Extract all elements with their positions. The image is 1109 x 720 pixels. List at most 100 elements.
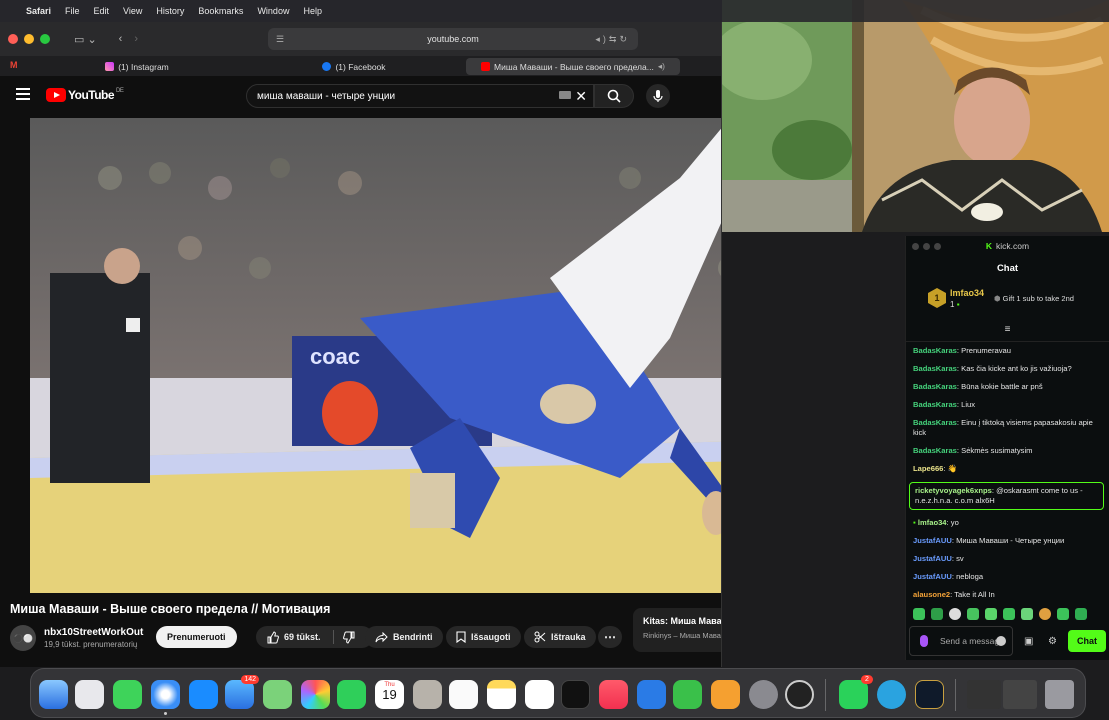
apple-tv-icon[interactable] <box>561 680 590 709</box>
clip-button[interactable]: Ištrauka <box>524 626 596 648</box>
video-player[interactable]: coac 1 <box>30 118 721 593</box>
menu-icon[interactable] <box>16 88 30 103</box>
chat-username[interactable]: JustafAUU <box>913 536 952 545</box>
notes-icon[interactable] <box>487 680 516 709</box>
menu-edit[interactable]: Edit <box>94 6 110 16</box>
back-icon[interactable]: ‹ <box>119 33 123 45</box>
chat-username[interactable]: BadasKaras <box>913 346 957 355</box>
chat-username[interactable]: BadasKaras <box>913 400 957 409</box>
emote-icon[interactable] <box>985 608 997 620</box>
channel-name[interactable]: nbx10StreetWorkOut <box>44 627 143 638</box>
channel-avatar[interactable]: ⚫⚪ <box>10 625 36 651</box>
audio-translate-reload-icons[interactable]: ◂)⇆↻ <box>595 34 630 45</box>
mail-icon[interactable]: 142 <box>225 675 259 709</box>
chat-message-input[interactable]: Send a message <box>909 626 1013 656</box>
menu-history[interactable]: History <box>156 6 184 16</box>
gift-store-icon[interactable]: ▣ <box>1024 636 1033 647</box>
emote-icon[interactable] <box>967 608 979 620</box>
emote-icon[interactable] <box>1075 608 1087 620</box>
pages-icon[interactable] <box>711 680 740 709</box>
youtube-logo[interactable]: YouTube DE <box>46 88 124 102</box>
chat-username[interactable]: BadasKaras <box>913 382 957 391</box>
safari-icon[interactable] <box>151 680 180 709</box>
emote-icon[interactable] <box>931 608 943 620</box>
maps-icon[interactable] <box>263 680 292 709</box>
clear-search-icon[interactable]: ✕ <box>575 88 587 105</box>
pinned-toggle-icon[interactable]: ≡ <box>906 324 1109 342</box>
facetime-icon[interactable] <box>337 680 366 709</box>
music-icon[interactable] <box>599 680 628 709</box>
playlist-next-panel[interactable]: Kitas: Миша Маваши - Мои правила (Offici… <box>633 608 721 652</box>
search-button[interactable] <box>594 84 634 108</box>
like-button[interactable]: 69 tūkst. <box>256 626 373 648</box>
emote-icon[interactable] <box>949 608 961 620</box>
dislike-button[interactable] <box>332 630 361 644</box>
share-button[interactable]: Bendrinti <box>365 626 443 648</box>
league-of-legends-icon[interactable] <box>915 680 944 709</box>
trash-icon[interactable] <box>1045 680 1074 709</box>
tab-instagram[interactable]: (1) Instagram <box>30 58 244 75</box>
forward-icon[interactable]: › <box>134 33 138 45</box>
gifter-name[interactable]: lmfao34 <box>950 288 984 298</box>
next-video-title[interactable]: Kitas: Миша Маваши - Мои правила (Offici… <box>643 616 721 626</box>
photos-icon[interactable] <box>301 680 330 709</box>
emote-icon[interactable] <box>1021 608 1033 620</box>
emote-icon[interactable] <box>1057 608 1069 620</box>
menu-window[interactable]: Window <box>257 6 289 16</box>
numbers-icon[interactable] <box>673 680 702 709</box>
page-menu-icon[interactable]: ☰ <box>276 34 284 45</box>
chat-username[interactable]: JustafAUU <box>913 572 952 581</box>
keyboard-icon[interactable] <box>559 91 571 99</box>
minimize-window-button[interactable] <box>24 34 34 44</box>
recent-window-thumbnail[interactable] <box>1003 680 1037 709</box>
gmail-pinned-tab-icon[interactable]: M <box>10 60 18 70</box>
contacts-icon[interactable] <box>413 680 442 709</box>
voice-search-button[interactable] <box>646 84 670 108</box>
window-controls[interactable] <box>912 242 945 252</box>
settings-gear-icon[interactable]: ⚙ <box>1048 636 1057 647</box>
chat-username[interactable]: lmfao34 <box>918 518 947 527</box>
microphone-icon[interactable] <box>920 635 928 647</box>
search-input[interactable]: миша маваши - четыре унции ✕ <box>246 84 594 108</box>
chat-username[interactable]: JustafAUU <box>913 554 952 563</box>
menu-help[interactable]: Help <box>303 6 322 16</box>
tab-youtube[interactable]: Миша Маваши - Выше своего предела... ◂) <box>466 58 680 75</box>
channel-info[interactable]: ⚫⚪ nbx10StreetWorkOut 19,9 tūkst. prenum… <box>10 625 143 651</box>
more-actions-icon[interactable]: ⋯ <box>598 626 622 648</box>
menu-view[interactable]: View <box>123 6 142 16</box>
menu-app-name[interactable]: Safari <box>26 6 51 16</box>
emoji-icon[interactable] <box>996 636 1006 646</box>
chat-username[interactable]: BadasKaras <box>913 446 957 455</box>
save-button[interactable]: Išsaugoti <box>446 626 521 648</box>
system-settings-icon[interactable] <box>749 680 778 709</box>
recent-window-thumbnail[interactable] <box>967 680 1001 709</box>
emote-icon[interactable] <box>1039 608 1051 620</box>
subscribe-button[interactable]: Prenumeruoti <box>156 626 237 648</box>
launchpad-icon[interactable] <box>75 680 104 709</box>
whatsapp-icon[interactable]: 2 <box>839 675 873 709</box>
sidebar-toggle-icon[interactable]: ▭ ⌄ <box>74 33 97 46</box>
close-window-button[interactable] <box>8 34 18 44</box>
messages-icon[interactable] <box>113 680 142 709</box>
chat-username[interactable]: Lape666 <box>913 464 943 473</box>
emote-icon[interactable] <box>1003 608 1015 620</box>
chat-username[interactable]: BadasKaras <box>913 418 957 427</box>
tab-facebook[interactable]: (1) Facebook <box>246 58 462 75</box>
chat-username[interactable]: alausone2 <box>913 590 950 599</box>
send-chat-button[interactable]: Chat <box>1068 630 1106 652</box>
freeform-icon[interactable] <box>525 680 554 709</box>
finder-icon[interactable] <box>39 680 68 709</box>
obs-icon[interactable] <box>785 680 814 709</box>
menu-file[interactable]: File <box>65 6 80 16</box>
zoom-window-button[interactable] <box>40 34 50 44</box>
keynote-icon[interactable] <box>637 680 666 709</box>
gift-leaderboard[interactable]: 1 lmfao34 1 ▪ Gift 1 sub to take 2nd <box>906 284 1109 322</box>
app-store-icon[interactable] <box>189 680 218 709</box>
tab-audio-icon[interactable]: ◂) <box>658 61 665 72</box>
calendar-icon[interactable]: Thu 19 <box>375 680 404 709</box>
emote-icon[interactable] <box>913 608 925 620</box>
address-bar[interactable]: ☰ youtube.com ◂)⇆↻ <box>268 28 638 50</box>
menu-bookmarks[interactable]: Bookmarks <box>198 6 243 16</box>
chat-username[interactable]: ricketyvoyagek6xnps <box>915 486 992 495</box>
telegram-icon[interactable] <box>877 680 906 709</box>
